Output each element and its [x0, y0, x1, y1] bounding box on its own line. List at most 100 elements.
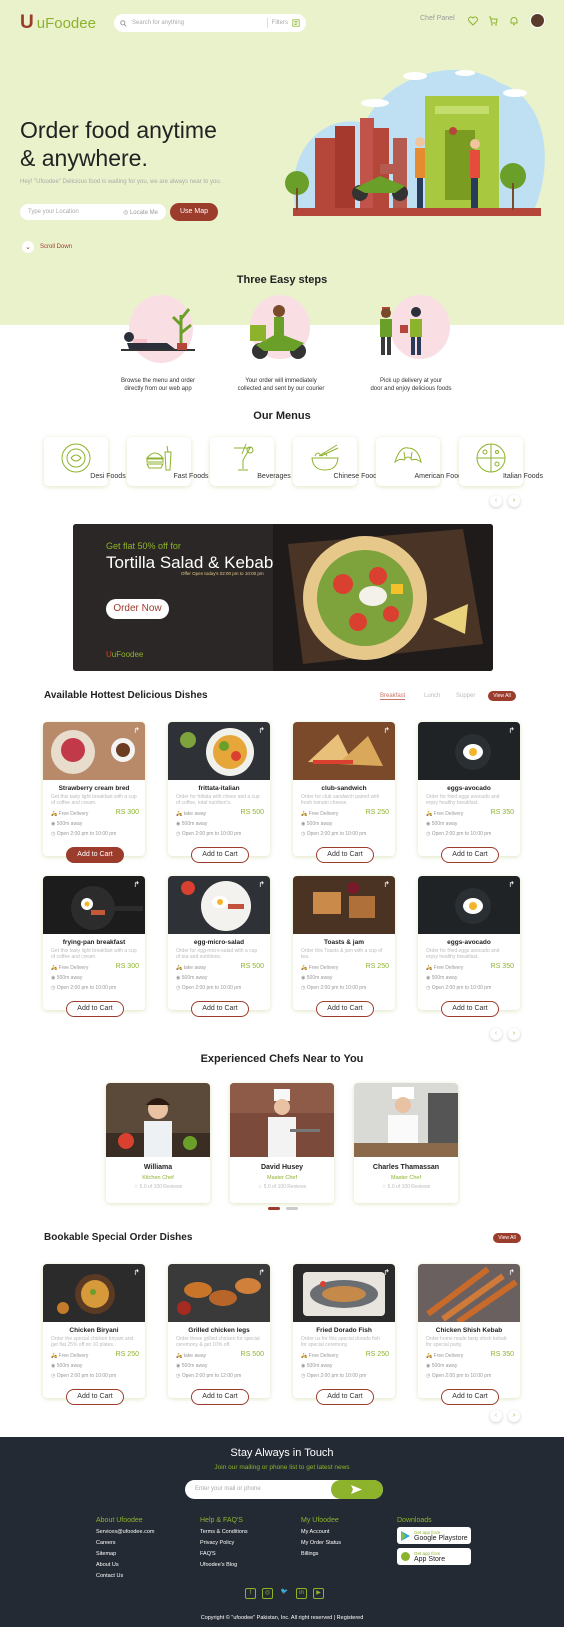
share-icon[interactable]: ↱ [133, 726, 140, 735]
chef-card[interactable]: Williama Kitchen Chef ☆ 5.0 of 100 Revie… [106, 1083, 210, 1203]
add-to-cart-button[interactable]: Add to Cart [191, 1001, 249, 1017]
share-icon[interactable]: ↱ [258, 1268, 265, 1277]
share-icon[interactable]: ↱ [383, 880, 390, 889]
dish-distance: ◉ 500m away [301, 975, 333, 981]
menu-card-chinese[interactable]: Chinese Foods [293, 437, 381, 486]
dish-card[interactable]: ↱ Toasts & jam Order this Toasts & jam wit… [293, 876, 395, 1017]
filter-icon[interactable] [292, 19, 300, 27]
dish-card[interactable]: ↱ Grilled chicken legs Order these grilled… [168, 1264, 270, 1405]
tab-supper[interactable]: Supper [456, 693, 475, 699]
bell-icon[interactable] [509, 16, 519, 26]
tab-lunch[interactable]: Lunch [424, 693, 440, 699]
share-icon[interactable]: ↱ [258, 726, 265, 735]
dish-card[interactable]: ↱ club-sandwich Order for club sandwich pa… [293, 722, 395, 863]
add-to-cart-button[interactable]: Add to Cart [191, 847, 249, 863]
dish-card[interactable]: ↱ eggs-avocado Order for fried eggs avocad… [418, 722, 520, 863]
search-input[interactable]: Search for anything [132, 20, 263, 26]
footer-link[interactable]: My Account [301, 1527, 341, 1538]
share-icon[interactable]: ↱ [508, 1268, 515, 1277]
promo-banner[interactable]: Get flat 50% off for Tortilla Salad & Ke… [73, 524, 493, 671]
twitter-icon[interactable]: 🐦 [279, 1588, 290, 1599]
youtube-icon[interactable]: ▶ [313, 1588, 324, 1599]
footer-link[interactable]: Billings [301, 1549, 341, 1560]
avatar[interactable] [530, 13, 545, 28]
menu-card-desi[interactable]: Desi Foods [44, 437, 126, 486]
footer-title: Stay Always in Touch [230, 1447, 334, 1459]
facebook-icon[interactable]: f [245, 1588, 256, 1599]
footer-link[interactable]: FAQ'S [200, 1549, 248, 1560]
cart-icon[interactable] [488, 16, 498, 26]
order-now-button[interactable]: Order Now [106, 599, 169, 619]
menu-card-american[interactable]: American Foods [376, 437, 465, 486]
app-store-button[interactable]: Get app from App Store [397, 1548, 471, 1565]
dish-card[interactable]: ↱ Strawberry cream bred Get this tasty lig… [43, 722, 145, 863]
footer-link[interactable]: Privacy Policy [200, 1538, 248, 1549]
newsletter-submit-button[interactable] [331, 1480, 383, 1499]
share-icon[interactable]: ↱ [508, 880, 515, 889]
share-icon[interactable]: ↱ [508, 726, 515, 735]
add-to-cart-button[interactable]: Add to Cart [66, 1389, 124, 1405]
footer-link[interactable]: My Order Status [301, 1538, 341, 1549]
dish-card[interactable]: ↱ egg-micro-salad Order for egg-micro-sala… [168, 876, 270, 1017]
use-map-button[interactable]: Use Map [170, 203, 218, 221]
carousel-dot[interactable] [286, 1207, 298, 1210]
filters-button[interactable]: Filters [272, 20, 288, 26]
share-icon[interactable]: ↱ [133, 880, 140, 889]
share-icon[interactable]: ↱ [133, 1268, 140, 1277]
add-to-cart-button[interactable]: Add to Cart [441, 1389, 499, 1405]
heart-icon[interactable] [468, 16, 478, 26]
menu-card-italian[interactable]: Italian Foods [459, 437, 543, 486]
menu-card-fast[interactable]: Fast Foods [127, 437, 209, 486]
carousel-dot-active[interactable] [268, 1207, 280, 1210]
hero-illustration [285, 69, 545, 216]
linkedin-icon[interactable]: in [296, 1588, 307, 1599]
newsletter-input[interactable]: Enter your mail or phone [195, 1486, 261, 1492]
chef-card[interactable]: Charles Thamassan Master Chef ☆ 5.0 of 1… [354, 1083, 458, 1203]
footer-link[interactable]: Careers [96, 1538, 154, 1549]
instagram-icon[interactable]: ◎ [262, 1588, 273, 1599]
dish-card[interactable]: ↱ frittata-italian Order for frittata with… [168, 722, 270, 863]
footer-link[interactable]: About Us [96, 1560, 154, 1571]
dish-card[interactable]: ↱ frying-pan breakfast Get this tasty ligh… [43, 876, 145, 1017]
footer-link[interactable]: Ufoodee's Blog [200, 1560, 248, 1571]
dish-card[interactable]: ↱ Chicken Biryani Order the special chicke… [43, 1264, 145, 1405]
chef-panel-link[interactable]: Chef Panel [420, 15, 455, 22]
location-input[interactable]: Type your Location ◎ Locate Me [20, 204, 166, 220]
add-to-cart-button[interactable]: Add to Cart [66, 847, 124, 863]
menus-next-button[interactable]: › [508, 495, 520, 507]
locate-me-button[interactable]: ◎ Locate Me [123, 209, 158, 216]
footer-link[interactable]: Contact Us [96, 1571, 154, 1582]
add-to-cart-button[interactable]: Add to Cart [191, 1389, 249, 1405]
add-to-cart-button[interactable]: Add to Cart [66, 1001, 124, 1017]
chef-card[interactable]: David Husey Master Chef ☆ 5.0 of 100 Rev… [230, 1083, 334, 1203]
hottest-prev-button[interactable]: ‹ [490, 1028, 502, 1040]
scroll-down[interactable]: ⌄ Scroll Down [22, 241, 72, 253]
tab-breakfast[interactable]: Breakfast [380, 693, 406, 700]
google-playstore-button[interactable]: Get app from Google Playstore [397, 1527, 471, 1544]
footer-link[interactable]: Sitemap [96, 1549, 154, 1560]
special-view-all-button[interactable]: View All [493, 1233, 521, 1243]
add-to-cart-button[interactable]: Add to Cart [441, 1001, 499, 1017]
footer-link[interactable]: Terms & Conditions [200, 1527, 248, 1538]
hottest-next-button[interactable]: › [508, 1028, 520, 1040]
share-icon[interactable]: ↱ [258, 880, 265, 889]
add-to-cart-button[interactable]: Add to Cart [316, 847, 374, 863]
search-bar[interactable]: Search for anything Filters [114, 14, 306, 32]
dish-card[interactable]: ↱ Chicken Shish Kebab Order home made tast… [418, 1264, 520, 1405]
dish-photo [43, 876, 145, 934]
newsletter-field[interactable]: Enter your mail or phone [185, 1480, 383, 1499]
share-icon[interactable]: ↱ [383, 726, 390, 735]
hottest-view-all-button[interactable]: View All [488, 691, 516, 701]
add-to-cart-button[interactable]: Add to Cart [441, 847, 499, 863]
dish-card[interactable]: ↱ Fried Dorado Fish Order us for this spec… [293, 1264, 395, 1405]
add-to-cart-button[interactable]: Add to Cart [316, 1389, 374, 1405]
menus-prev-button[interactable]: ‹ [490, 495, 502, 507]
menu-card-beverages[interactable]: Beverages [210, 437, 291, 486]
special-prev-button[interactable]: ‹ [490, 1410, 502, 1422]
special-next-button[interactable]: › [508, 1410, 520, 1422]
add-to-cart-button[interactable]: Add to Cart [316, 1001, 374, 1017]
footer-link[interactable]: Services@ufoodee.com [96, 1527, 154, 1538]
logo[interactable]: U uFoodee [20, 12, 96, 34]
dish-card[interactable]: ↱ eggs-avocado Order for fried eggs avocad… [418, 876, 520, 1017]
share-icon[interactable]: ↱ [383, 1268, 390, 1277]
